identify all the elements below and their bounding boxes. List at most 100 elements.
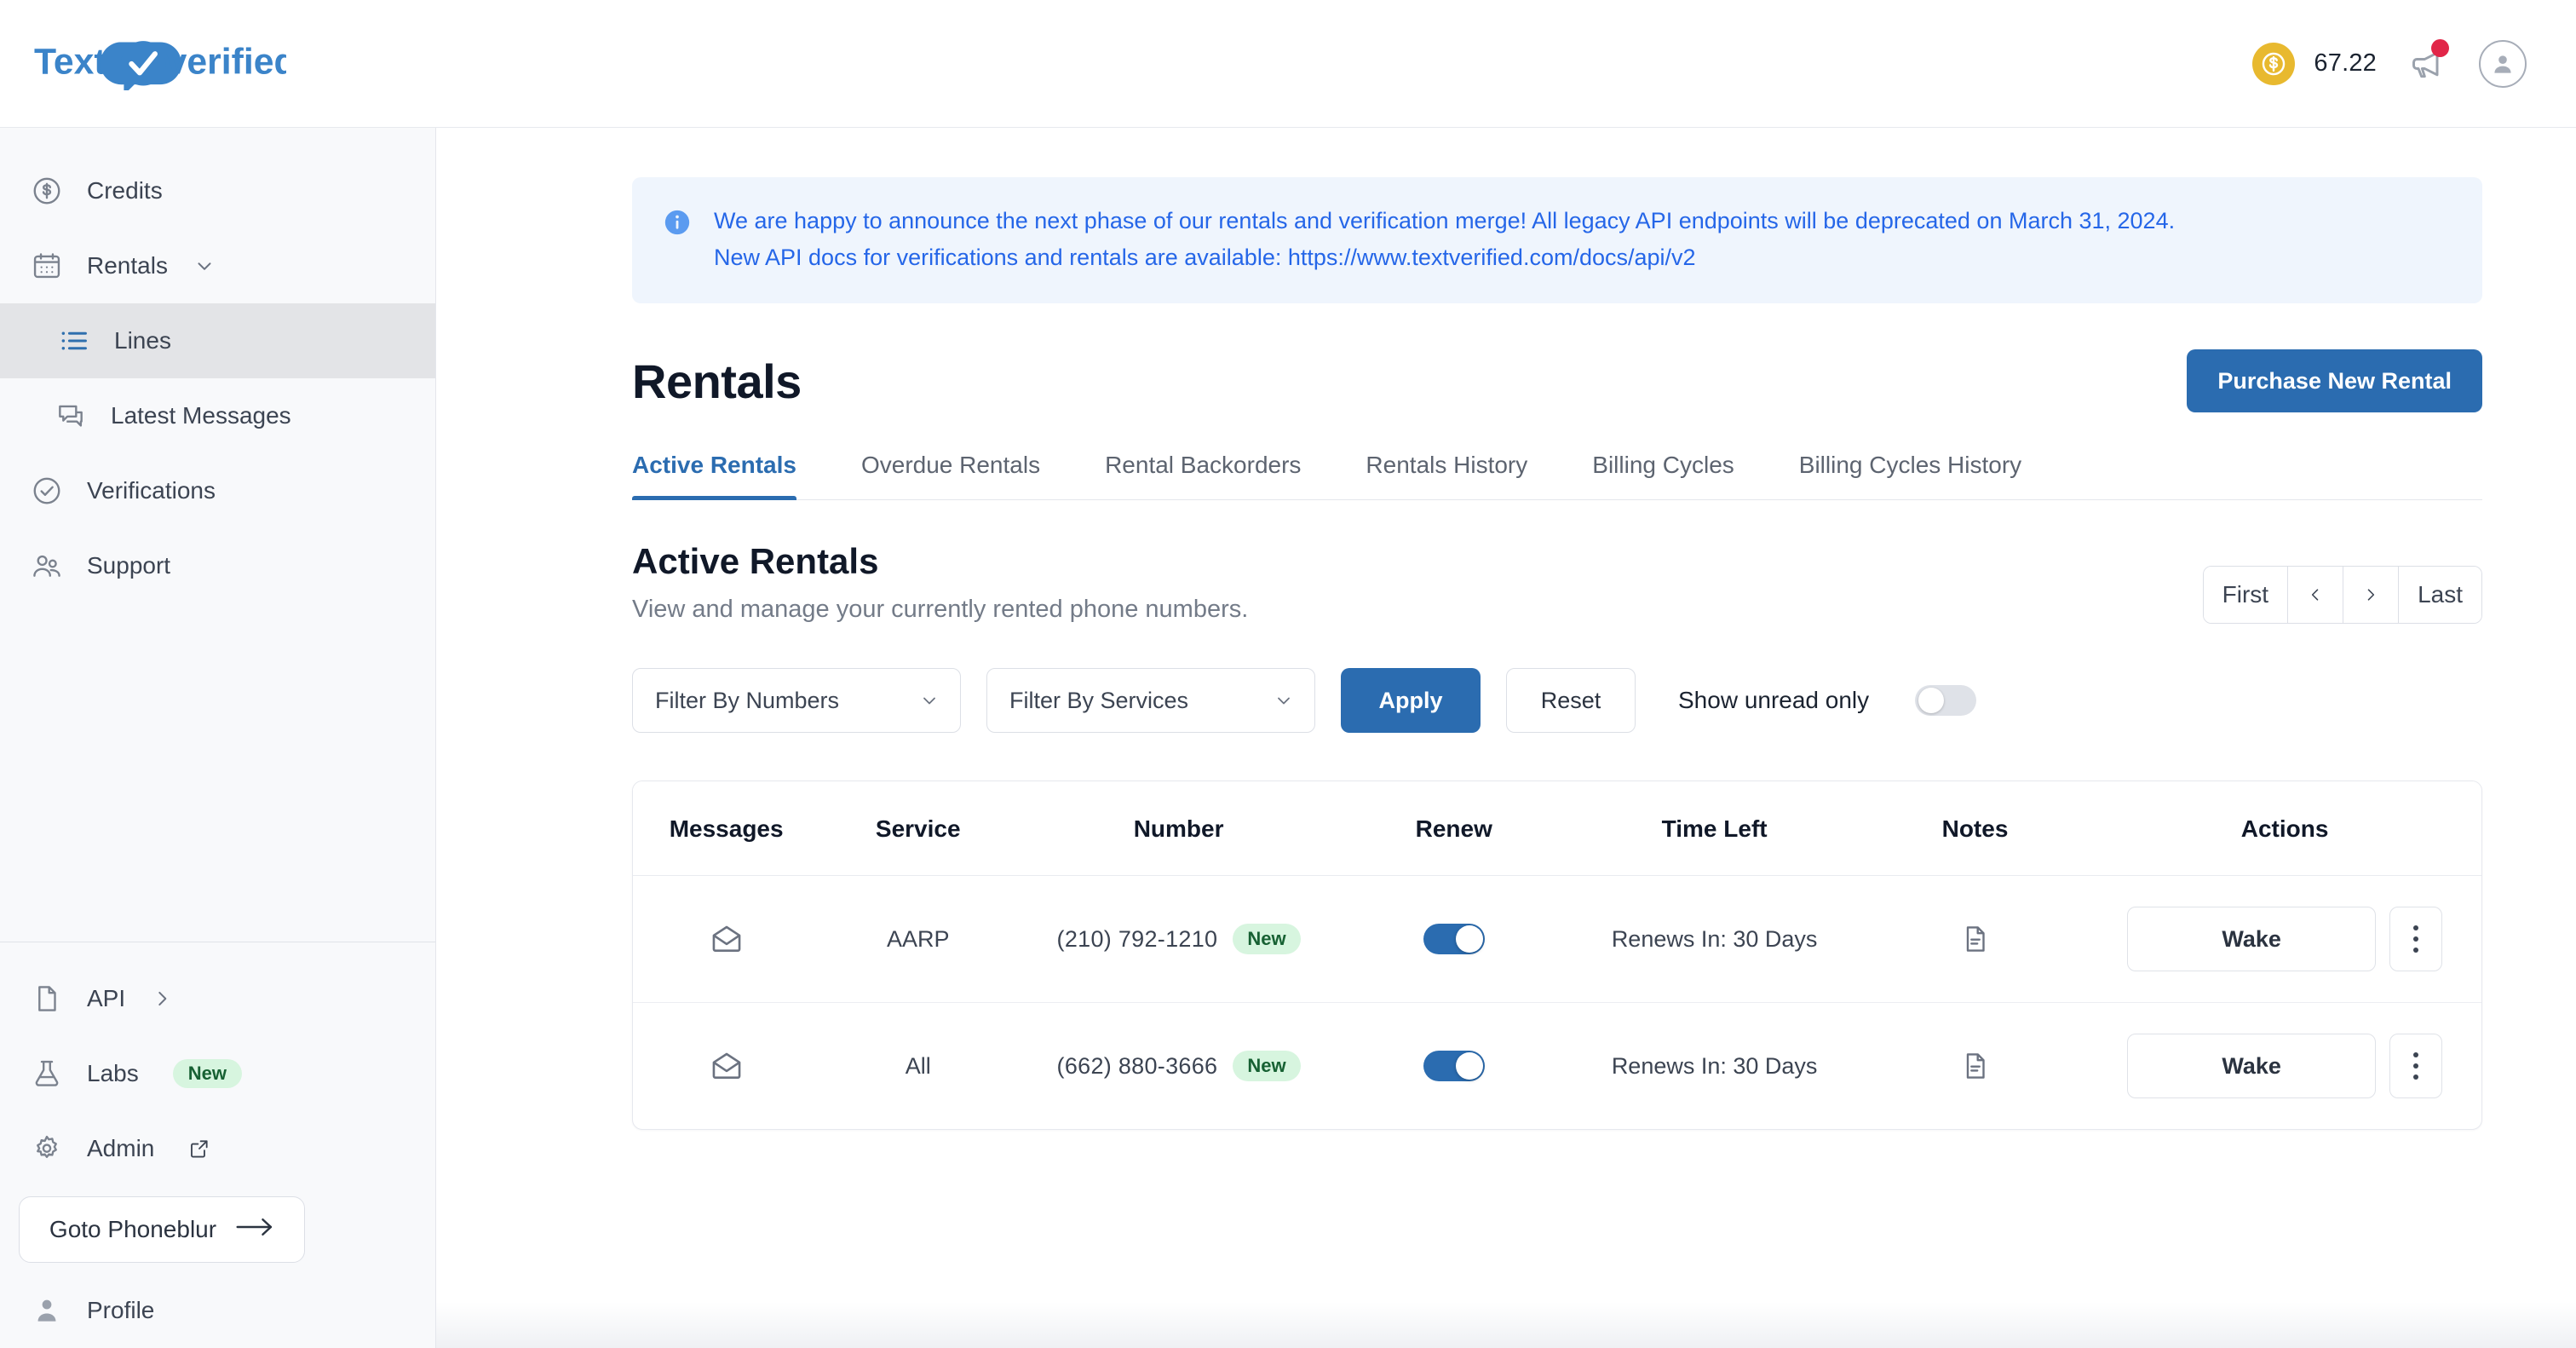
filters-row: Filter By Numbers Filter By Services App…	[632, 668, 2482, 734]
top-header: Text verified 67.22	[0, 0, 2576, 128]
flask-icon	[29, 1056, 65, 1092]
kebab-menu-icon[interactable]	[2389, 907, 2443, 972]
sidebar-item-label: Support	[87, 552, 171, 579]
sidebar-item-api[interactable]: API	[0, 961, 435, 1036]
sidebar-primary-nav: Credits Rentals Lines Latest Messages Ve…	[0, 128, 435, 603]
actions-wrap: Wake	[2088, 1034, 2481, 1099]
sidebar-item-latest-messages[interactable]: Latest Messages	[0, 378, 435, 453]
apply-button[interactable]: Apply	[1341, 668, 1481, 734]
note-document-icon[interactable]	[1862, 1048, 2088, 1084]
arrow-right-icon	[235, 1216, 274, 1244]
cell-time-left: Renews In: 30 Days	[1567, 875, 1862, 1004]
filter-services-label: Filter By Services	[1009, 687, 1189, 713]
sidebar-item-lines[interactable]: Lines	[0, 303, 435, 378]
cell-notes	[1861, 875, 2089, 1004]
pagination-first-button[interactable]: First	[2203, 567, 2289, 624]
main-content: We are happy to announce the next phase …	[436, 128, 2576, 1348]
announcements-button[interactable]	[2406, 38, 2450, 84]
goto-phoneblur-button[interactable]: Goto Phoneblur	[19, 1196, 305, 1263]
pagination-prev-button[interactable]	[2288, 567, 2344, 624]
check-circle-icon	[29, 473, 65, 509]
banner-line-2: New API docs for verifications and renta…	[714, 245, 1696, 271]
show-unread-only-toggle[interactable]	[1915, 685, 1977, 717]
column-header-notes: Notes	[1861, 781, 2089, 877]
chevron-down-icon	[1278, 697, 1290, 705]
avatar[interactable]	[2479, 39, 2527, 88]
page-title: Rentals	[632, 354, 802, 408]
tab-rental-backorders[interactable]: Rental Backorders	[1105, 452, 1301, 499]
sidebar-item-labs[interactable]: Labs New	[0, 1036, 435, 1111]
reset-button[interactable]: Reset	[1506, 668, 1636, 734]
page-header-row: Rentals Purchase New Rental	[632, 349, 2482, 413]
active-rentals-table: Messages Service Number Renew Time Left …	[632, 781, 2482, 1131]
show-unread-only-label: Show unread only	[1678, 687, 1870, 714]
rentals-tabs: Active Rentals Overdue Rentals Rental Ba…	[632, 452, 2482, 501]
pagination-last-button[interactable]: Last	[2399, 567, 2481, 624]
wake-button[interactable]: Wake	[2127, 1034, 2377, 1099]
dollar-circle-icon	[29, 173, 65, 209]
sidebar-item-label: Labs	[87, 1060, 139, 1086]
chevron-down-icon	[193, 255, 216, 277]
user-avatar-icon	[2494, 55, 2511, 73]
note-document-icon[interactable]	[1862, 921, 2088, 957]
actions-wrap: Wake	[2088, 907, 2481, 972]
column-header-service: Service	[819, 781, 1017, 877]
kebab-menu-icon[interactable]	[2389, 1034, 2443, 1099]
sidebar-item-support[interactable]: Support	[0, 528, 435, 603]
table-head: Messages Service Number Renew Time Left …	[633, 781, 2481, 877]
chevron-down-icon	[923, 697, 935, 705]
sidebar-item-label: Admin	[87, 1135, 155, 1161]
chevron-right-icon	[2367, 589, 2375, 601]
sidebar-item-rentals[interactable]: Rentals	[0, 228, 435, 303]
envelope-icon[interactable]	[633, 921, 819, 957]
banner-text: We are happy to announce the next phase …	[714, 205, 2175, 274]
tab-active-rentals[interactable]: Active Rentals	[632, 452, 796, 501]
section-heading-block: Active Rentals View and manage your curr…	[632, 541, 1248, 624]
person-icon	[29, 1293, 65, 1328]
tab-billing-cycles-history[interactable]: Billing Cycles History	[1799, 452, 2021, 499]
phone-number: (210) 792-1210	[1056, 925, 1218, 952]
tab-overdue-rentals[interactable]: Overdue Rentals	[861, 452, 1040, 499]
chevron-left-icon	[2311, 589, 2319, 601]
info-icon	[663, 205, 692, 274]
column-header-number: Number	[1016, 781, 1342, 877]
tab-billing-cycles[interactable]: Billing Cycles	[1592, 452, 1734, 499]
column-header-messages: Messages	[633, 781, 820, 877]
sidebar-item-profile[interactable]: Profile	[0, 1273, 435, 1348]
filter-by-numbers-select[interactable]: Filter By Numbers	[632, 668, 961, 734]
list-icon	[56, 323, 92, 359]
renew-toggle[interactable]	[1423, 1051, 1485, 1082]
sidebar-item-label: API	[87, 985, 126, 1011]
tab-rentals-history[interactable]: Rentals History	[1366, 452, 1527, 499]
number-wrap: (210) 792-1210 New	[1016, 924, 1341, 955]
filter-by-services-select[interactable]: Filter By Services	[986, 668, 1315, 734]
section-subtitle: View and manage your currently rented ph…	[632, 596, 1249, 624]
table-body: AARP (210) 792-1210 New Renews In: 30 Da…	[633, 875, 2481, 1130]
body: Credits Rentals Lines Latest Messages Ve…	[0, 128, 2576, 1348]
header-actions: 67.22	[2252, 38, 2527, 88]
chat-bubbles-icon	[53, 398, 89, 434]
column-header-renew: Renew	[1341, 781, 1567, 877]
wake-button[interactable]: Wake	[2127, 907, 2377, 972]
cell-service: AARP	[819, 875, 1017, 1004]
sidebar-item-admin[interactable]: Admin	[0, 1111, 435, 1186]
renew-toggle[interactable]	[1423, 924, 1485, 955]
chevron-right-icon	[151, 988, 173, 1010]
document-icon	[29, 981, 65, 1017]
pagination-next-button[interactable]	[2343, 567, 2400, 624]
cell-actions: Wake	[2088, 875, 2481, 1004]
envelope-icon[interactable]	[633, 1048, 819, 1084]
purchase-new-rental-button[interactable]: Purchase New Rental	[2187, 349, 2482, 413]
sidebar-item-credits[interactable]: Credits	[0, 153, 435, 228]
filter-numbers-label: Filter By Numbers	[655, 687, 840, 713]
gear-icon	[29, 1131, 65, 1167]
labs-new-badge: New	[172, 1059, 242, 1088]
svg-text:verified: verified	[167, 41, 287, 82]
sidebar-item-verifications[interactable]: Verifications	[0, 453, 435, 528]
phone-number: (662) 880-3666	[1056, 1052, 1218, 1079]
cell-actions: Wake	[2088, 1003, 2481, 1130]
credit-balance[interactable]: 67.22	[2252, 42, 2377, 85]
textverified-logo[interactable]: Text verified	[34, 34, 286, 94]
goto-phoneblur-label: Goto Phoneblur	[49, 1216, 217, 1242]
